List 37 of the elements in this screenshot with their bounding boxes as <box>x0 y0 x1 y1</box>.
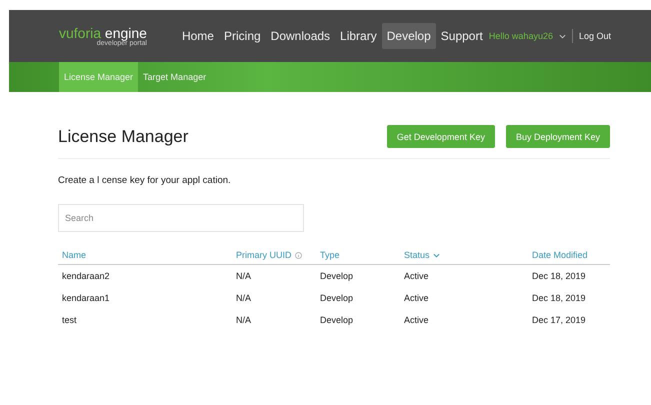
sub-nav-tab[interactable]: Target Manager <box>138 62 212 92</box>
column-header[interactable]: Type <box>320 250 340 260</box>
caret-icon[interactable] <box>558 34 566 38</box>
nav-link[interactable]: Home <box>176 23 219 49</box>
table-cell: Active <box>404 293 429 303</box>
key-button[interactable]: Get Development Key <box>386 125 495 148</box>
nav-link[interactable]: Support <box>436 23 488 49</box>
nav-link[interactable]: Downloads <box>266 23 336 49</box>
column-header[interactable]: Status <box>404 250 430 260</box>
table-cell: Dec 18, 2019 <box>532 293 586 303</box>
table-cell: Active <box>404 315 429 325</box>
nav-link[interactable]: Develop <box>382 23 436 49</box>
table-cell: Develop <box>320 271 354 281</box>
table-cell: Develop <box>320 293 354 303</box>
column-header[interactable]: Primary UUID <box>236 250 292 260</box>
table-cell: Dec 17, 2019 <box>532 315 586 325</box>
table-cell: N/A <box>236 293 252 303</box>
info-icon <box>294 252 302 258</box>
column-header[interactable]: Date Modified <box>532 250 588 260</box>
table-cell: N/A <box>236 315 252 325</box>
page-title: License Manager <box>58 126 190 146</box>
nav-link[interactable]: Pricing <box>218 23 266 49</box>
user-menu[interactable]: Hello wahayu26 <box>488 31 553 41</box>
description: Create a l cense key for your appl cation. <box>58 175 232 186</box>
sort-caret-icon[interactable] <box>432 252 440 258</box>
table-cell: test <box>62 315 77 325</box>
logout-link[interactable]: Log Out <box>578 31 611 41</box>
table-cell: Dec 18, 2019 <box>532 271 586 281</box>
nav-link[interactable]: Library <box>335 23 382 49</box>
table-cell: kendaraan2 <box>62 271 110 281</box>
table-cell: Active <box>404 271 429 281</box>
table-cell: kendaraan1 <box>62 293 110 303</box>
key-button[interactable]: Buy Deployment Key <box>506 125 610 148</box>
table-cell: N/A <box>236 271 252 281</box>
search-field[interactable]: Search <box>58 204 304 232</box>
table-cell: Develop <box>320 315 354 325</box>
column-header[interactable]: Name <box>62 250 86 260</box>
